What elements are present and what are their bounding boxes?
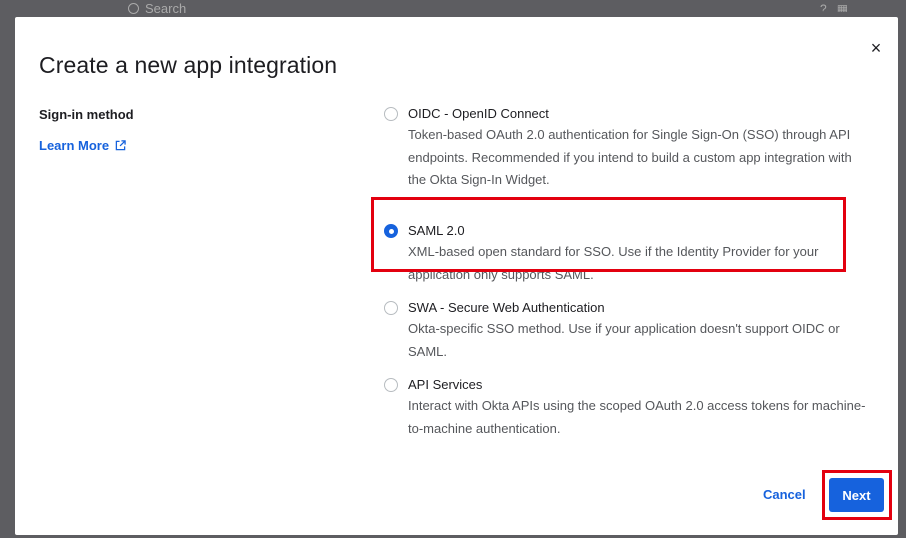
option-saml-label: SAML 2.0 xyxy=(408,223,465,238)
option-saml-description: XML-based open standard for SSO. Use if … xyxy=(408,244,819,282)
sign-in-method-label: Sign-in method xyxy=(39,107,134,122)
option-api-services[interactable]: API Services Interact with Okta APIs usi… xyxy=(383,376,873,440)
option-saml[interactable]: SAML 2.0 XML-based open standard for SSO… xyxy=(383,222,873,286)
close-icon[interactable]: × xyxy=(867,39,885,57)
radio-saml[interactable] xyxy=(384,224,398,238)
dialog-title: Create a new app integration xyxy=(39,52,338,78)
external-link-icon xyxy=(115,140,126,151)
radio-api-services[interactable] xyxy=(384,378,398,392)
option-oidc[interactable]: OIDC - OpenID Connect Token-based OAuth … xyxy=(383,105,873,192)
next-button[interactable]: Next xyxy=(829,478,884,512)
option-api-services-label: API Services xyxy=(408,377,483,392)
create-app-integration-dialog: Create a new app integration × Sign-in m… xyxy=(15,17,898,535)
cancel-button[interactable]: Cancel xyxy=(763,487,806,502)
background-header-icons: ?▦ xyxy=(820,2,858,12)
option-swa-description: Okta-specific SSO method. Use if your ap… xyxy=(408,321,840,359)
option-api-services-description: Interact with Okta APIs using the scoped… xyxy=(408,398,866,436)
search-icon xyxy=(128,2,139,14)
learn-more-label: Learn More xyxy=(39,138,110,153)
radio-oidc[interactable] xyxy=(384,107,398,121)
help-icon: ? xyxy=(820,2,837,12)
option-oidc-description: Token-based OAuth 2.0 authentication for… xyxy=(408,127,852,187)
background-search: Search xyxy=(128,2,186,14)
radio-swa[interactable] xyxy=(384,301,398,315)
learn-more-link[interactable]: Learn More xyxy=(39,138,126,153)
option-swa-label: SWA - Secure Web Authentication xyxy=(408,300,605,315)
apps-grid-icon: ▦ xyxy=(836,2,859,12)
option-oidc-label: OIDC - OpenID Connect xyxy=(408,106,549,121)
background-search-text: Search xyxy=(145,2,187,14)
option-swa[interactable]: SWA - Secure Web Authentication Okta-spe… xyxy=(383,299,873,363)
